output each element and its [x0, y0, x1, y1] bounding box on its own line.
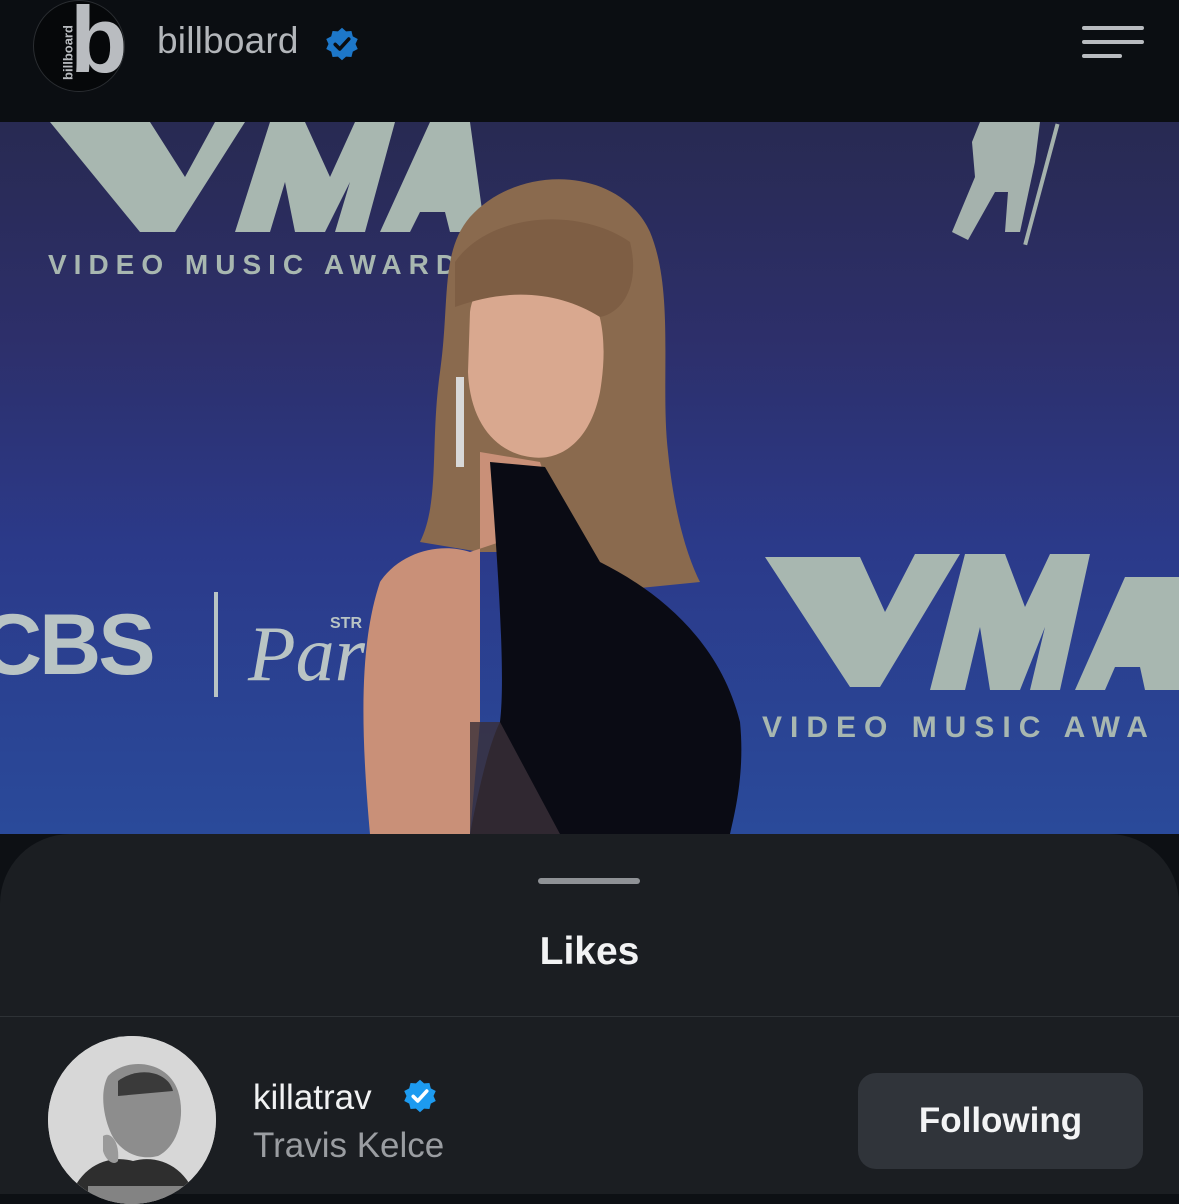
sheet-title: Likes [539, 930, 640, 973]
user-photo [48, 1036, 216, 1204]
vma-red-carpet-image: VIDEO MUSIC AWARD CBS Para STR VIDEO MUS… [0, 122, 1179, 834]
post-header: billboard b billboard [0, 0, 1179, 122]
avatar[interactable] [48, 1036, 216, 1204]
verified-badge-icon [326, 27, 358, 61]
post-photo: VIDEO MUSIC AWARD CBS Para STR VIDEO MUS… [0, 122, 1179, 834]
moonman-icon [952, 122, 1060, 246]
billboard-avatar[interactable]: billboard b [33, 0, 125, 92]
sponsor-cbs: CBS [0, 597, 153, 693]
following-button[interactable]: Following [858, 1073, 1143, 1169]
vma-logo-top [50, 122, 485, 232]
hamburger-menu-icon[interactable] [1082, 26, 1144, 60]
logo-letter: b [70, 0, 125, 92]
backdrop-text-right: VIDEO MUSIC AWA [762, 711, 1156, 744]
verified-badge-icon [404, 1079, 436, 1113]
divider [0, 1016, 1179, 1017]
username[interactable]: killatrav [253, 1078, 372, 1118]
vma-logo-right [765, 554, 1179, 690]
account-name[interactable]: billboard [157, 20, 299, 62]
backdrop-text-top: VIDEO MUSIC AWARD [48, 249, 463, 280]
full-name: Travis Kelce [253, 1126, 445, 1165]
sponsor-streaming: STR [330, 615, 362, 632]
likes-sheet: Likes killatrav Travis Kelce Following [0, 834, 1179, 1204]
sheet-grabber[interactable] [538, 878, 640, 884]
